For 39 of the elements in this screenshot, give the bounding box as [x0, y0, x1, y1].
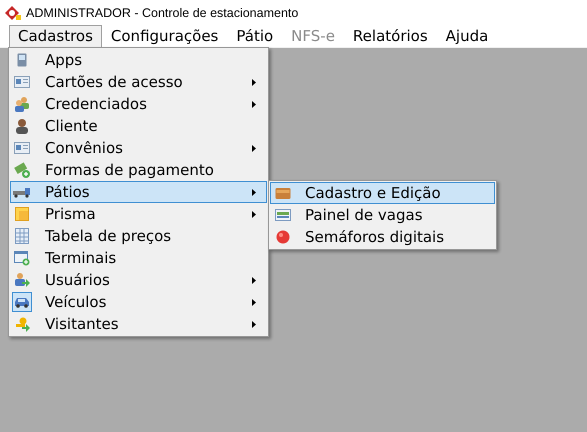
- menu-item[interactable]: Credenciados: [10, 93, 267, 115]
- window-title: ADMINISTRADOR - Controle de estacionamento: [26, 4, 298, 22]
- panel-icon: [275, 209, 291, 221]
- menu-item[interactable]: Convênios: [10, 137, 267, 159]
- car-icon: [14, 296, 30, 308]
- table-icon: [15, 228, 29, 244]
- menu-item[interactable]: Tabela de preços: [10, 225, 267, 247]
- phone-icon: [17, 53, 27, 67]
- id-card-icon: [14, 76, 30, 88]
- menu-item[interactable]: Cartões de acesso: [10, 71, 267, 93]
- app-logo-icon: [4, 5, 22, 21]
- menu-item[interactable]: Formas de pagamento: [10, 159, 267, 181]
- signal-light-icon: [276, 230, 290, 244]
- key-user-icon: [14, 316, 30, 332]
- user-arrow-icon: [14, 272, 30, 288]
- people-icon: [14, 96, 30, 112]
- menu-item[interactable]: Cadastro e Edição: [270, 182, 495, 204]
- menu-item[interactable]: Usuários: [10, 269, 267, 291]
- menu-item[interactable]: Prisma: [10, 203, 267, 225]
- menu-bar-item[interactable]: Relatórios: [344, 25, 437, 47]
- menu-item[interactable]: Apps: [10, 49, 267, 71]
- menu-item[interactable]: Semáforos digitais: [270, 226, 495, 248]
- menu-item[interactable]: Terminais: [10, 247, 267, 269]
- truck-icon: [13, 186, 31, 198]
- menu-bar-item[interactable]: Cadastros: [9, 25, 102, 47]
- money-icon: [14, 162, 30, 178]
- menu-item[interactable]: Cliente: [10, 115, 267, 137]
- person-icon: [15, 118, 29, 134]
- menu-item[interactable]: Veículos: [10, 291, 267, 313]
- menu-item[interactable]: Painel de vagas: [270, 204, 495, 226]
- id-card-icon: [14, 142, 30, 154]
- square-icon: [15, 207, 29, 221]
- menu-bar-item[interactable]: Pátio: [227, 25, 282, 47]
- menu-item[interactable]: Visitantes: [10, 313, 267, 335]
- menu-bar-item[interactable]: Configurações: [102, 25, 228, 47]
- folder-icon: [275, 186, 291, 200]
- menu-bar-item[interactable]: Ajuda: [436, 25, 498, 47]
- window-add-icon: [14, 250, 30, 266]
- menu-item[interactable]: Pátios: [10, 181, 267, 203]
